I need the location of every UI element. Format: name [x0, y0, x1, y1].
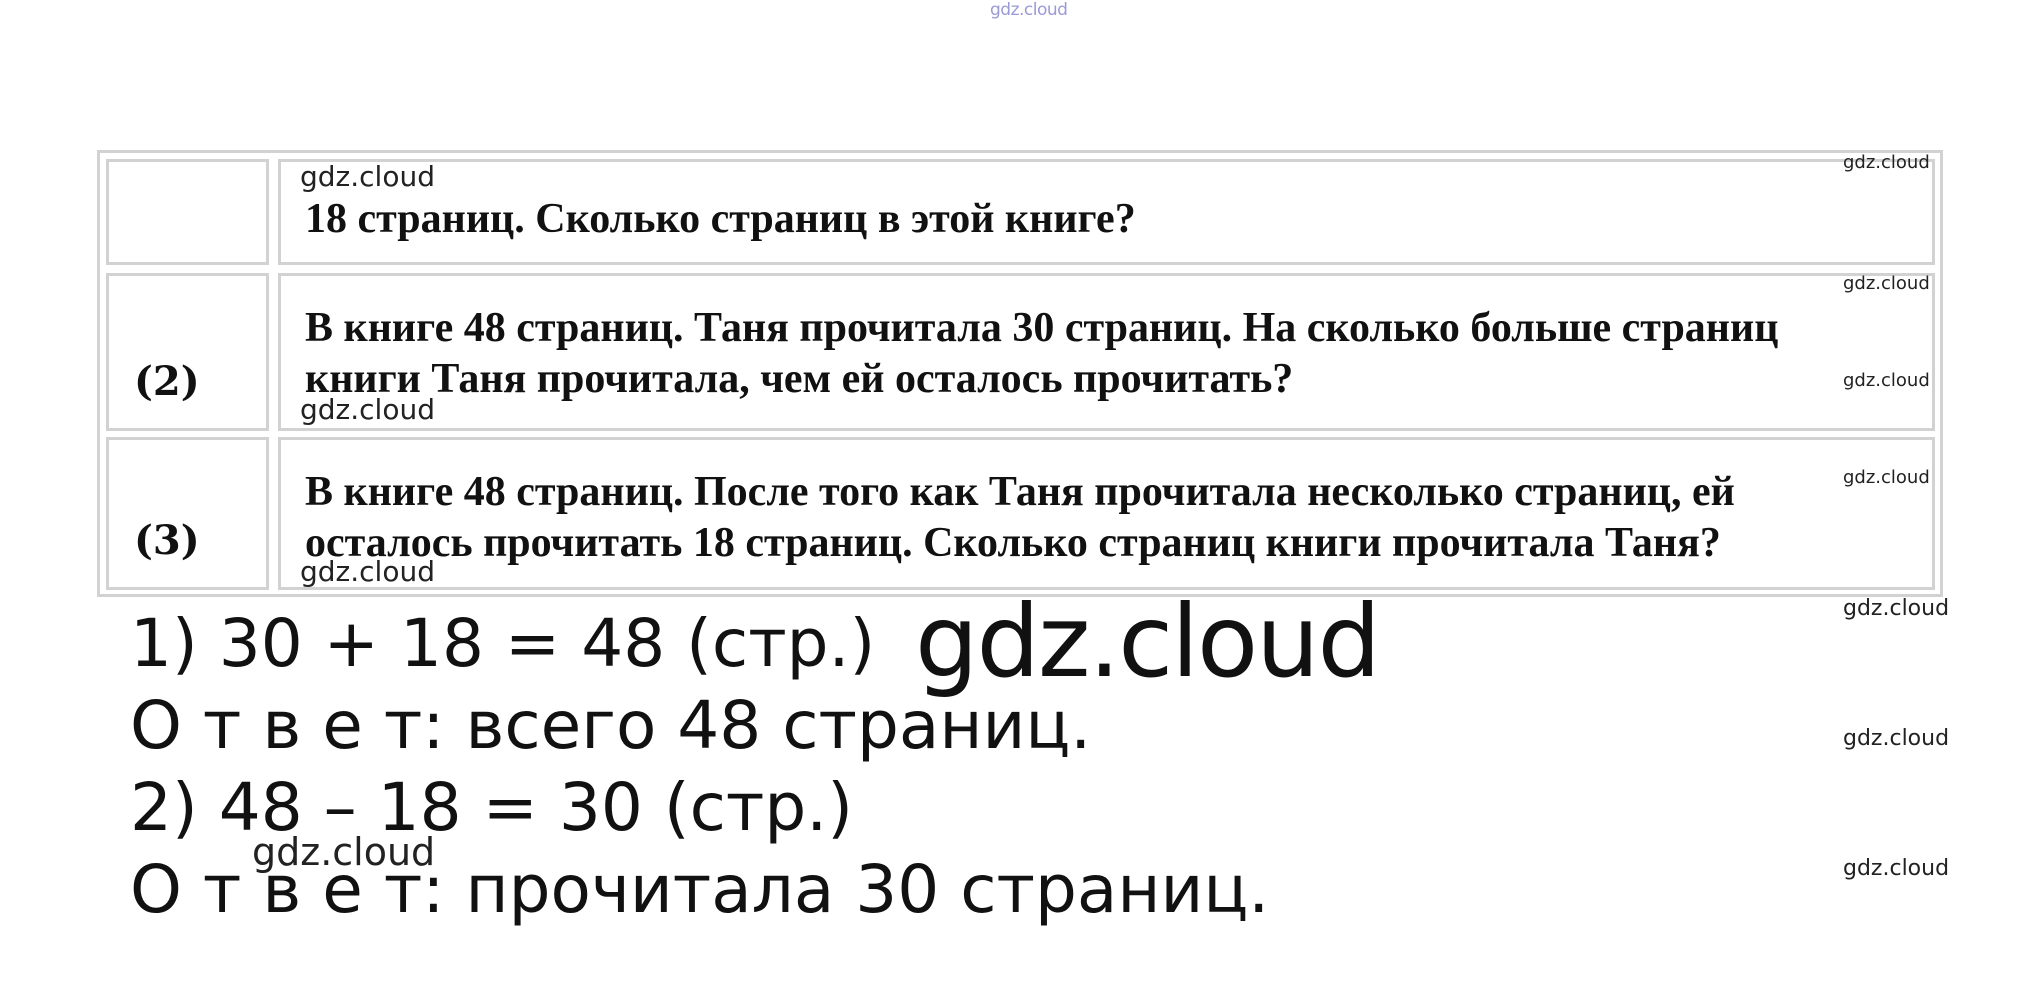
- task-text: В книге 48 страниц. Таня прочитала 30 ст…: [305, 303, 1872, 405]
- task-line: книги Таня прочитала, чем ей осталось пр…: [305, 356, 1294, 402]
- task-text-cell: В книге 48 страниц. Таня прочитала 30 ст…: [278, 273, 1935, 431]
- watermark: gdz.cloud: [1843, 596, 1950, 621]
- watermark: gdz.cloud: [1843, 726, 1950, 751]
- task-line: В книге 48 страниц. После того как Таня …: [305, 469, 1735, 515]
- watermark: gdz.cloud: [1843, 152, 1930, 173]
- answer-line: 2) 48 – 18 = 30 (стр.): [130, 769, 853, 846]
- watermark: gdz.cloud: [300, 160, 435, 193]
- task-text: 18 страниц. Сколько страниц в этой книге…: [305, 194, 1872, 245]
- task-line: 18 страниц. Сколько страниц в этой книге…: [305, 196, 1136, 242]
- answer-line: 1) 30 + 18 = 48 (стр.): [130, 605, 876, 682]
- task-number-cell: (3): [106, 437, 269, 590]
- task-line: В книге 48 страниц. Таня прочитала 30 ст…: [305, 305, 1779, 351]
- task-number: (3): [134, 517, 200, 564]
- watermark: gdz.cloud: [1843, 370, 1930, 391]
- task-text: В книге 48 страниц. После того как Таня …: [305, 467, 1872, 569]
- task-number-cell: [106, 159, 269, 265]
- task-line: осталось прочитать 18 страниц. Сколько с…: [305, 520, 1721, 566]
- watermark: gdz.cloud: [1843, 273, 1930, 294]
- watermark-large: gdz.cloud: [915, 583, 1381, 700]
- answer-line: О т в е т: прочитала 30 страниц.: [130, 851, 1270, 928]
- task-text-cell: 18 страниц. Сколько страниц в этой книге…: [278, 159, 1935, 265]
- task-number-cell: (2): [106, 273, 269, 431]
- watermark-top: gdz.cloud: [990, 0, 1068, 20]
- task-table: 18 страниц. Сколько страниц в этой книге…: [97, 150, 1943, 597]
- watermark: gdz.cloud: [300, 393, 435, 426]
- task-text-cell: В книге 48 страниц. После того как Таня …: [278, 437, 1935, 590]
- watermark: gdz.cloud: [300, 555, 435, 588]
- task-number: (2): [134, 358, 200, 405]
- answer-line: О т в е т: всего 48 страниц.: [130, 687, 1092, 764]
- watermark: gdz.cloud: [1843, 467, 1930, 488]
- watermark: gdz.cloud: [1843, 856, 1950, 881]
